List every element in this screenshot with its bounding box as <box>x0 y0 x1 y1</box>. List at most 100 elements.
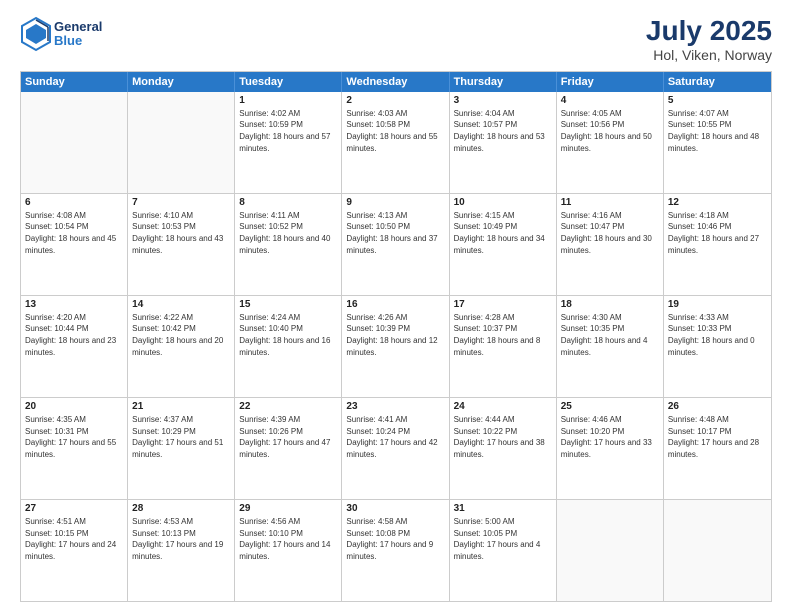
day-number: 11 <box>561 197 659 208</box>
day-number: 28 <box>132 503 230 514</box>
sun-info: Sunrise: 4:08 AM Sunset: 10:54 PM Daylig… <box>25 210 123 256</box>
sun-info: Sunrise: 4:18 AM Sunset: 10:46 PM Daylig… <box>668 210 767 256</box>
location-subtitle: Hol, Viken, Norway <box>646 47 772 63</box>
calendar-cell: 25 Sunrise: 4:46 AM Sunset: 10:20 PM Dayl… <box>557 398 664 499</box>
day-number: 22 <box>239 401 337 412</box>
header-day-sunday: Sunday <box>21 72 128 92</box>
sun-info: Sunrise: 4:58 AM Sunset: 10:08 PM Daylig… <box>346 516 444 562</box>
calendar-week-1: 1 Sunrise: 4:02 AM Sunset: 10:59 PM Dayli… <box>21 92 771 193</box>
sun-info: Sunrise: 4:26 AM Sunset: 10:39 PM Daylig… <box>346 312 444 358</box>
day-number: 12 <box>668 197 767 208</box>
title-block: July 2025 Hol, Viken, Norway <box>646 16 772 63</box>
calendar-week-2: 6 Sunrise: 4:08 AM Sunset: 10:54 PM Dayli… <box>21 193 771 295</box>
sun-info: Sunrise: 4:15 AM Sunset: 10:49 PM Daylig… <box>454 210 552 256</box>
sun-info: Sunrise: 4:44 AM Sunset: 10:22 PM Daylig… <box>454 414 552 460</box>
calendar-cell: 6 Sunrise: 4:08 AM Sunset: 10:54 PM Dayli… <box>21 194 128 295</box>
calendar-cell <box>664 500 771 601</box>
day-number: 27 <box>25 503 123 514</box>
calendar-week-5: 27 Sunrise: 4:51 AM Sunset: 10:15 PM Dayl… <box>21 499 771 601</box>
sun-info: Sunrise: 4:33 AM Sunset: 10:33 PM Daylig… <box>668 312 767 358</box>
calendar-cell: 8 Sunrise: 4:11 AM Sunset: 10:52 PM Dayli… <box>235 194 342 295</box>
calendar-cell: 29 Sunrise: 4:56 AM Sunset: 10:10 PM Dayl… <box>235 500 342 601</box>
sun-info: Sunrise: 4:05 AM Sunset: 10:56 PM Daylig… <box>561 108 659 154</box>
calendar-cell: 22Sunrise: 4:39 AM Sunset: 10:26 PM Dayl… <box>235 398 342 499</box>
calendar-cell: 26Sunrise: 4:48 AM Sunset: 10:17 PM Dayl… <box>664 398 771 499</box>
sun-info: Sunrise: 4:30 AM Sunset: 10:35 PM Daylig… <box>561 312 659 358</box>
calendar-cell: 16Sunrise: 4:26 AM Sunset: 10:39 PM Dayl… <box>342 296 449 397</box>
day-number: 4 <box>561 95 659 106</box>
sun-info: Sunrise: 5:00 AM Sunset: 10:05 PM Daylig… <box>454 516 552 562</box>
day-number: 30 <box>346 503 444 514</box>
sun-info: Sunrise: 4:02 AM Sunset: 10:59 PM Daylig… <box>239 108 337 154</box>
logo-icon <box>20 16 52 52</box>
day-number: 10 <box>454 197 552 208</box>
logo-blue: Blue <box>54 34 102 48</box>
logo-text: General Blue <box>54 20 102 49</box>
calendar-cell: 3Sunrise: 4:04 AM Sunset: 10:57 PM Dayli… <box>450 92 557 193</box>
calendar-cell <box>128 92 235 193</box>
calendar-cell: 21 Sunrise: 4:37 AM Sunset: 10:29 PM Dayl… <box>128 398 235 499</box>
sun-info: Sunrise: 4:24 AM Sunset: 10:40 PM Daylig… <box>239 312 337 358</box>
calendar-cell: 23Sunrise: 4:41 AM Sunset: 10:24 PM Dayl… <box>342 398 449 499</box>
day-number: 21 <box>132 401 230 412</box>
calendar-cell: 12 Sunrise: 4:18 AM Sunset: 10:46 PM Dayl… <box>664 194 771 295</box>
calendar-cell: 1 Sunrise: 4:02 AM Sunset: 10:59 PM Dayli… <box>235 92 342 193</box>
day-number: 26 <box>668 401 767 412</box>
sun-info: Sunrise: 4:07 AM Sunset: 10:55 PM Daylig… <box>668 108 767 154</box>
day-number: 8 <box>239 197 337 208</box>
sun-info: Sunrise: 4:22 AM Sunset: 10:42 PM Daylig… <box>132 312 230 358</box>
calendar-cell: 5Sunrise: 4:07 AM Sunset: 10:55 PM Dayli… <box>664 92 771 193</box>
header-day-wednesday: Wednesday <box>342 72 449 92</box>
calendar-cell: 4 Sunrise: 4:05 AM Sunset: 10:56 PM Dayli… <box>557 92 664 193</box>
calendar-cell: 31 Sunrise: 5:00 AM Sunset: 10:05 PM Dayl… <box>450 500 557 601</box>
calendar-cell: 30 Sunrise: 4:58 AM Sunset: 10:08 PM Dayl… <box>342 500 449 601</box>
day-number: 1 <box>239 95 337 106</box>
month-year-title: July 2025 <box>646 16 772 47</box>
calendar-cell: 27 Sunrise: 4:51 AM Sunset: 10:15 PM Dayl… <box>21 500 128 601</box>
sun-info: Sunrise: 4:28 AM Sunset: 10:37 PM Daylig… <box>454 312 552 358</box>
calendar-cell: 11Sunrise: 4:16 AM Sunset: 10:47 PM Dayl… <box>557 194 664 295</box>
day-number: 20 <box>25 401 123 412</box>
day-number: 23 <box>346 401 444 412</box>
calendar-cell: 9 Sunrise: 4:13 AM Sunset: 10:50 PM Dayli… <box>342 194 449 295</box>
header-day-friday: Friday <box>557 72 664 92</box>
sun-info: Sunrise: 4:37 AM Sunset: 10:29 PM Daylig… <box>132 414 230 460</box>
sun-info: Sunrise: 4:53 AM Sunset: 10:13 PM Daylig… <box>132 516 230 562</box>
day-number: 9 <box>346 197 444 208</box>
sun-info: Sunrise: 4:20 AM Sunset: 10:44 PM Daylig… <box>25 312 123 358</box>
day-number: 19 <box>668 299 767 310</box>
sun-info: Sunrise: 4:13 AM Sunset: 10:50 PM Daylig… <box>346 210 444 256</box>
header: General Blue July 2025 Hol, Viken, Norwa… <box>20 16 772 63</box>
calendar-week-3: 13 Sunrise: 4:20 AM Sunset: 10:44 PM Dayl… <box>21 295 771 397</box>
logo-general: General <box>54 20 102 34</box>
calendar-cell: 7Sunrise: 4:10 AM Sunset: 10:53 PM Dayli… <box>128 194 235 295</box>
day-number: 31 <box>454 503 552 514</box>
sun-info: Sunrise: 4:56 AM Sunset: 10:10 PM Daylig… <box>239 516 337 562</box>
sun-info: Sunrise: 4:51 AM Sunset: 10:15 PM Daylig… <box>25 516 123 562</box>
day-number: 2 <box>346 95 444 106</box>
day-number: 18 <box>561 299 659 310</box>
sun-info: Sunrise: 4:35 AM Sunset: 10:31 PM Daylig… <box>25 414 123 460</box>
day-number: 13 <box>25 299 123 310</box>
day-number: 29 <box>239 503 337 514</box>
day-number: 15 <box>239 299 337 310</box>
calendar-cell <box>21 92 128 193</box>
calendar-cell: 28 Sunrise: 4:53 AM Sunset: 10:13 PM Dayl… <box>128 500 235 601</box>
sun-info: Sunrise: 4:46 AM Sunset: 10:20 PM Daylig… <box>561 414 659 460</box>
calendar-cell: 13 Sunrise: 4:20 AM Sunset: 10:44 PM Dayl… <box>21 296 128 397</box>
calendar: SundayMondayTuesdayWednesdayThursdayFrid… <box>20 71 772 602</box>
calendar-cell: 14Sunrise: 4:22 AM Sunset: 10:42 PM Dayl… <box>128 296 235 397</box>
header-day-monday: Monday <box>128 72 235 92</box>
logo: General Blue <box>20 16 102 52</box>
day-number: 25 <box>561 401 659 412</box>
calendar-cell: 24Sunrise: 4:44 AM Sunset: 10:22 PM Dayl… <box>450 398 557 499</box>
sun-info: Sunrise: 4:11 AM Sunset: 10:52 PM Daylig… <box>239 210 337 256</box>
page: General Blue July 2025 Hol, Viken, Norwa… <box>0 0 792 612</box>
day-number: 17 <box>454 299 552 310</box>
calendar-body: 1 Sunrise: 4:02 AM Sunset: 10:59 PM Dayli… <box>21 92 771 601</box>
calendar-cell: 20 Sunrise: 4:35 AM Sunset: 10:31 PM Dayl… <box>21 398 128 499</box>
sun-info: Sunrise: 4:04 AM Sunset: 10:57 PM Daylig… <box>454 108 552 154</box>
calendar-cell: 18 Sunrise: 4:30 AM Sunset: 10:35 PM Dayl… <box>557 296 664 397</box>
calendar-cell: 10 Sunrise: 4:15 AM Sunset: 10:49 PM Dayl… <box>450 194 557 295</box>
day-number: 6 <box>25 197 123 208</box>
